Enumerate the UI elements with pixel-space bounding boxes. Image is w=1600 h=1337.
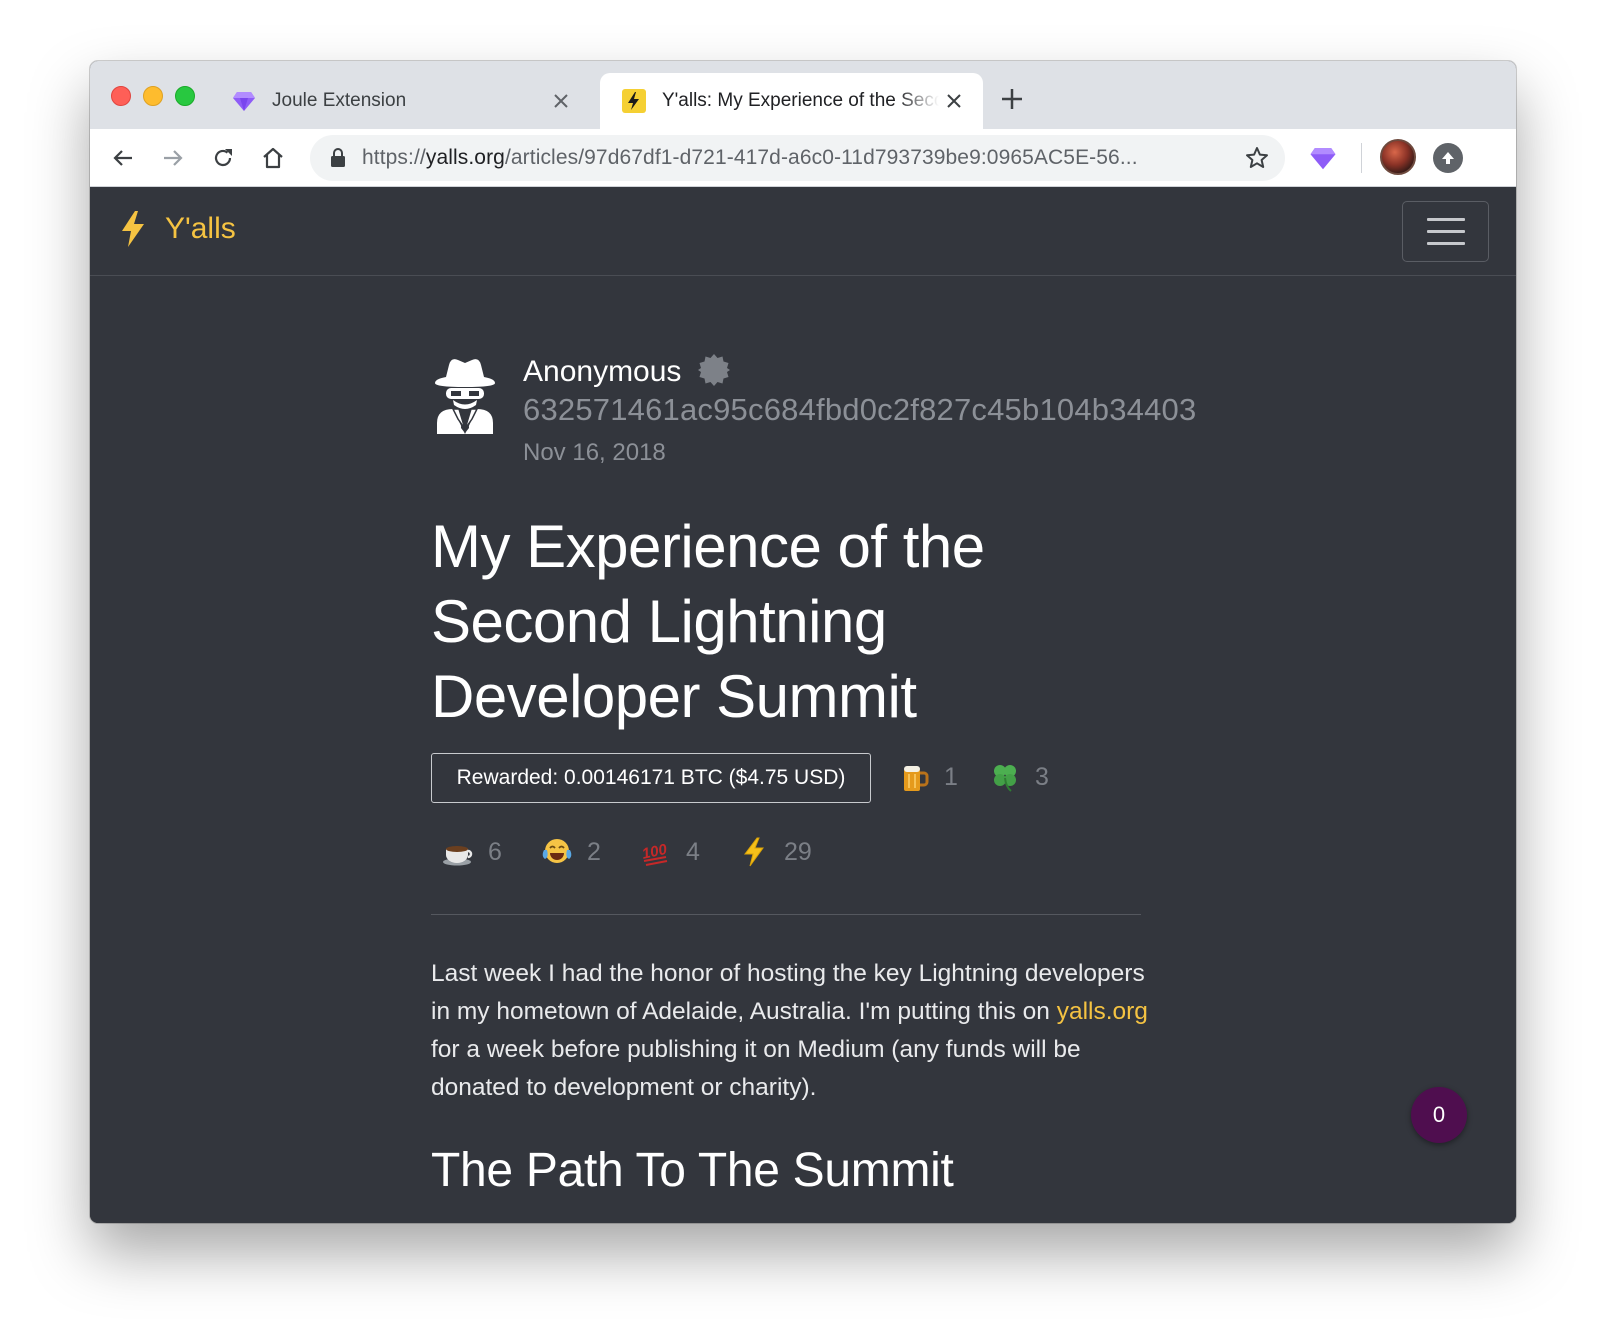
section-heading: The Path To The Summit: [431, 1144, 954, 1197]
site-navbar: Y'alls: [90, 187, 1516, 276]
reaction-clover[interactable]: 3: [989, 761, 1049, 793]
reaction-count: 6: [488, 837, 502, 866]
hamburger-line: [1426, 242, 1465, 245]
close-tab-icon[interactable]: [939, 86, 969, 116]
forward-button[interactable]: [154, 139, 192, 177]
browser-toolbar: https://yalls.org/articles/97d67df1-d721…: [90, 129, 1516, 187]
tab-joule-extension[interactable]: Joule Extension: [210, 73, 590, 129]
plus-icon: [1002, 89, 1022, 109]
hamburger-line: [1426, 218, 1465, 221]
arrow-right-icon: [164, 150, 183, 166]
reward-badge[interactable]: Rewarded: 0.00146171 BTC ($4.75 USD): [431, 753, 871, 803]
profile-avatar[interactable]: [1380, 139, 1416, 175]
article-date: Nov 16, 2018: [523, 439, 666, 466]
url-text: https://yalls.org/articles/97d67df1-d721…: [362, 146, 1243, 170]
hamburger-line: [1426, 230, 1465, 233]
reload-button[interactable]: [204, 139, 242, 177]
tab-yalls-article[interactable]: Y'alls: My Experience of the Second Ligh…: [600, 73, 983, 129]
reaction-coffee[interactable]: 6: [442, 836, 502, 868]
reaction-count: 4: [686, 837, 700, 866]
author-id: 632571461ac95c684fbd0c2f827c45b104b34403: [523, 392, 1197, 427]
minimize-window-button[interactable]: [143, 86, 163, 106]
reaction-high-voltage[interactable]: 29: [738, 836, 812, 868]
url-scheme: https://: [362, 146, 426, 169]
toolbar-divider: [1361, 143, 1362, 173]
reaction-count: 3: [1035, 762, 1049, 791]
home-button[interactable]: [254, 139, 292, 177]
reaction-count: 1: [944, 762, 958, 791]
author-name[interactable]: Anonymous: [523, 355, 681, 389]
tab-strip: Joule Extension Y'alls: My Experience of…: [90, 61, 1516, 129]
reload-icon: [214, 149, 232, 167]
address-bar[interactable]: https://yalls.org/articles/97d67df1-d721…: [310, 135, 1285, 181]
reaction-tears-of-joy[interactable]: 2: [541, 836, 601, 868]
reaction-count: 2: [587, 837, 601, 866]
site-brand[interactable]: Y'alls: [122, 211, 236, 247]
new-tab-button[interactable]: [998, 85, 1026, 113]
upload-extension-icon[interactable]: [1433, 143, 1463, 173]
arrow-left-icon: [113, 150, 132, 166]
verified-badge-icon: [698, 354, 730, 386]
brand-name: Y'alls: [165, 212, 236, 245]
lightning-icon: [622, 89, 646, 113]
close-window-button[interactable]: [111, 86, 131, 106]
reaction-hundred[interactable]: 100 4: [640, 836, 700, 868]
close-tab-icon[interactable]: [546, 86, 576, 116]
coffee-cup-icon: [443, 846, 473, 866]
intro-text: Last week I had the honor of hosting the…: [431, 960, 1145, 1025]
page-content: Y'alls Anonymous 632571461ac95c684fbd0c2…: [90, 187, 1516, 1223]
tab-title: Joule Extension: [272, 90, 407, 111]
article-intro-paragraph: Last week I had the honor of hosting the…: [431, 955, 1151, 1107]
hundred-points-icon: 100: [640, 841, 669, 866]
back-button[interactable]: [104, 139, 142, 177]
yalls-link[interactable]: yalls.org: [1057, 998, 1148, 1025]
content-divider: [431, 914, 1141, 915]
joule-extension-gem-icon[interactable]: [1308, 143, 1338, 173]
hamburger-menu-button[interactable]: [1402, 201, 1489, 262]
bookmark-star-icon[interactable]: [1243, 144, 1271, 172]
four-leaf-clover-icon: [994, 765, 1016, 792]
tip-counter-button[interactable]: 0: [1411, 1087, 1467, 1143]
zoom-window-button[interactable]: [175, 86, 195, 106]
reaction-count: 29: [784, 837, 812, 866]
reaction-beer[interactable]: 1: [898, 761, 958, 793]
url-host: yalls.org: [425, 146, 505, 169]
lightning-logo-icon: [122, 211, 144, 247]
url-path: /articles/97d67df1-d721-417d-a6c0-11d793…: [504, 146, 1138, 169]
home-icon: [263, 147, 283, 169]
tears-of-joy-icon: [542, 839, 572, 863]
browser-window: Joule Extension Y'alls: My Experience of…: [90, 61, 1516, 1223]
lock-icon: [331, 148, 345, 167]
article-title: My Experience of the Second Lightning De…: [431, 513, 985, 730]
intro-text: for a week before publishing it on Mediu…: [431, 1036, 1081, 1101]
gem-icon: [233, 92, 255, 111]
high-voltage-icon: [744, 837, 764, 867]
anonymous-spy-avatar-icon: [435, 359, 495, 434]
beer-mug-icon: [904, 766, 929, 791]
tab-title: Y'alls: My Experience of the Second Ligh…: [662, 90, 939, 111]
